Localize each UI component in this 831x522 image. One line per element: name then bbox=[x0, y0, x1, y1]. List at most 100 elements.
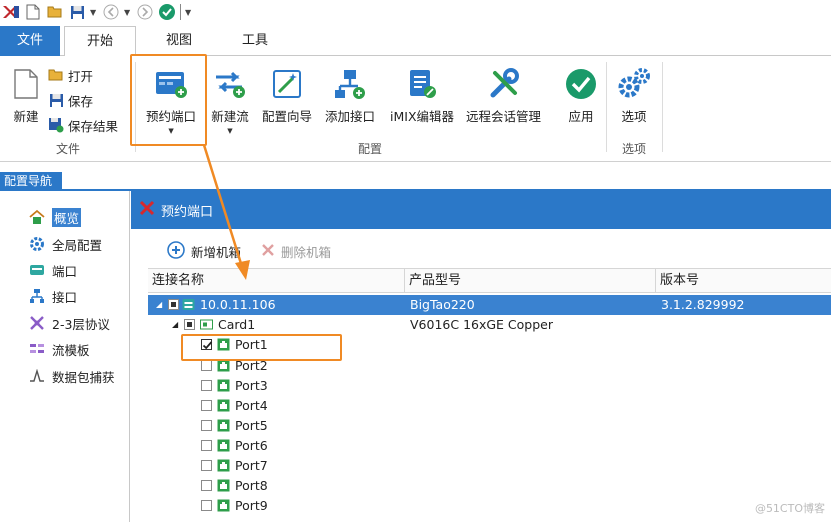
ribbon: 新建 打开 保存 保存结果 文件 预约端口 ▼ 新建流 ▼ 配置向导 添加接口 … bbox=[0, 56, 831, 162]
port-checkbox[interactable] bbox=[201, 460, 212, 471]
open-button[interactable]: 打开 bbox=[48, 64, 93, 86]
new-stream-button[interactable]: 新建流 ▼ bbox=[210, 64, 250, 135]
ribbon-tabs: 文件 开始 视图 工具 bbox=[0, 24, 831, 57]
port-checkbox[interactable] bbox=[201, 400, 212, 411]
table-row-port[interactable]: Port4 bbox=[148, 396, 831, 416]
customize-qat-icon[interactable]: ▼ bbox=[185, 8, 193, 17]
reserve-ports-icon bbox=[139, 200, 155, 220]
table-row-port[interactable]: Port5 bbox=[148, 416, 831, 436]
port-name: Port8 bbox=[235, 478, 268, 493]
back-dropdown-icon[interactable]: ▼ bbox=[124, 8, 132, 17]
table-row-port[interactable]: Port8 bbox=[148, 476, 831, 496]
port-checkbox[interactable] bbox=[201, 420, 212, 431]
back-icon[interactable] bbox=[102, 3, 120, 21]
chassis-version: 3.1.2.829992 bbox=[661, 297, 745, 312]
nav-item-global-config[interactable]: 全局配置 bbox=[28, 234, 102, 254]
network-icon bbox=[28, 287, 46, 305]
collapse-arrow-icon[interactable]: ◢ bbox=[172, 315, 178, 335]
port-green-icon bbox=[217, 379, 230, 392]
column-header-model[interactable]: 产品型号 bbox=[405, 269, 656, 293]
delete-chassis-label: 删除机箱 bbox=[281, 244, 332, 260]
highlight-port1-row bbox=[181, 334, 342, 361]
nav-item-l2l3-protocol[interactable]: 2-3层协议 bbox=[28, 313, 110, 333]
add-interface-button[interactable]: 添加接口 bbox=[325, 64, 375, 125]
add-chassis-button[interactable]: 新增机箱 bbox=[167, 240, 242, 261]
grid-header: 连接名称 产品型号 版本号 bbox=[148, 268, 831, 293]
protocol-icon bbox=[28, 314, 46, 332]
home-icon bbox=[28, 208, 46, 226]
config-group-label: 配置 bbox=[357, 142, 382, 156]
apply-check-icon[interactable] bbox=[158, 3, 176, 21]
save-result-button[interactable]: 保存结果 bbox=[48, 114, 118, 136]
save-result-icon bbox=[48, 117, 64, 133]
nav-item-stream-template[interactable]: 流模板 bbox=[28, 339, 90, 359]
config-wizard-button[interactable]: 配置向导 bbox=[262, 64, 312, 125]
quick-access-toolbar: ▼ ▼ ▼ bbox=[0, 0, 831, 24]
magic-wand-icon bbox=[267, 64, 307, 104]
port-name: Port3 bbox=[235, 378, 268, 393]
port-checkbox[interactable] bbox=[201, 380, 212, 391]
port-checkbox[interactable] bbox=[201, 500, 212, 511]
table-row-port[interactable]: Port3 bbox=[148, 376, 831, 396]
save-disk-icon[interactable] bbox=[68, 3, 86, 21]
card-checkbox[interactable] bbox=[184, 319, 195, 330]
new-file-icon[interactable] bbox=[24, 3, 42, 21]
group-separator bbox=[662, 62, 663, 152]
port-checkbox[interactable] bbox=[201, 480, 212, 491]
highlight-reserve-ports-button bbox=[130, 54, 207, 146]
panel-header: 预约端口 bbox=[131, 191, 831, 229]
tab-file[interactable]: 文件 bbox=[0, 26, 60, 56]
qat-dropdown-icon[interactable]: ▼ bbox=[90, 8, 98, 17]
table-row-port[interactable]: Port9 bbox=[148, 496, 831, 516]
remote-session-button[interactable]: 远程会话管理 bbox=[466, 64, 541, 125]
waveform-icon bbox=[28, 367, 46, 385]
nav-item-label: 2-3层协议 bbox=[52, 316, 110, 332]
port-green-icon bbox=[217, 419, 230, 432]
column-header-connection[interactable]: 连接名称 bbox=[148, 269, 405, 293]
table-row-port[interactable]: Port6 bbox=[148, 436, 831, 456]
apply-check-icon bbox=[561, 64, 601, 104]
save-disk-icon bbox=[48, 92, 64, 108]
nav-item-packet-capture[interactable]: 数据包捕获 bbox=[28, 366, 115, 386]
gear-icon bbox=[28, 235, 46, 253]
tab-home[interactable]: 开始 bbox=[64, 26, 136, 57]
nav-item-interfaces[interactable]: 接口 bbox=[28, 286, 77, 306]
open-folder-icon bbox=[48, 67, 64, 83]
table-row-chassis[interactable]: ◢ 10.0.11.106 BigTao220 3.1.2.829992 bbox=[148, 295, 831, 315]
tab-view[interactable]: 视图 bbox=[144, 26, 214, 56]
nav-header-bar bbox=[0, 162, 831, 190]
collapse-arrow-icon[interactable]: ◢ bbox=[156, 295, 162, 315]
chassis-checkbox[interactable] bbox=[168, 299, 179, 310]
card-model: V6016C 16xGE Copper bbox=[410, 317, 553, 332]
new-button[interactable]: 新建 bbox=[6, 64, 46, 125]
table-row-card[interactable]: ◢ Card1 V6016C 16xGE Copper bbox=[148, 315, 831, 335]
save-button[interactable]: 保存 bbox=[48, 89, 93, 111]
options-button[interactable]: 选项 bbox=[614, 64, 654, 125]
forward-icon[interactable] bbox=[136, 3, 154, 21]
gears-icon bbox=[614, 64, 654, 104]
chassis-icon bbox=[182, 298, 195, 311]
chassis-name: 10.0.11.106 bbox=[200, 297, 276, 312]
open-folder-icon[interactable] bbox=[46, 3, 64, 21]
config-wizard-label: 配置向导 bbox=[262, 109, 313, 124]
tab-tools[interactable]: 工具 bbox=[220, 26, 290, 56]
apply-label: 应用 bbox=[568, 109, 594, 124]
qat-separator bbox=[180, 4, 181, 20]
nav-item-ports[interactable]: 端口 bbox=[28, 260, 77, 280]
port-green-icon bbox=[217, 439, 230, 452]
delete-chassis-button[interactable]: 删除机箱 bbox=[261, 241, 331, 261]
apply-button[interactable]: 应用 bbox=[561, 64, 601, 125]
imix-editor-button[interactable]: iMIX编辑器 bbox=[390, 64, 454, 125]
new-document-icon bbox=[6, 64, 46, 104]
config-nav-tab[interactable]: 配置导航 bbox=[0, 172, 62, 190]
new-stream-icon bbox=[210, 64, 250, 104]
port-checkbox[interactable] bbox=[201, 360, 212, 371]
table-row-port[interactable]: Port7 bbox=[148, 456, 831, 476]
column-header-version[interactable]: 版本号 bbox=[656, 269, 831, 293]
options-label: 选项 bbox=[621, 109, 647, 124]
port-checkbox[interactable] bbox=[201, 440, 212, 451]
nav-item-overview[interactable]: 概览 bbox=[28, 207, 82, 227]
panel-title: 预约端口 bbox=[161, 204, 214, 220]
file-group-label: 文件 bbox=[55, 142, 80, 156]
add-chassis-label: 新增机箱 bbox=[191, 244, 242, 260]
